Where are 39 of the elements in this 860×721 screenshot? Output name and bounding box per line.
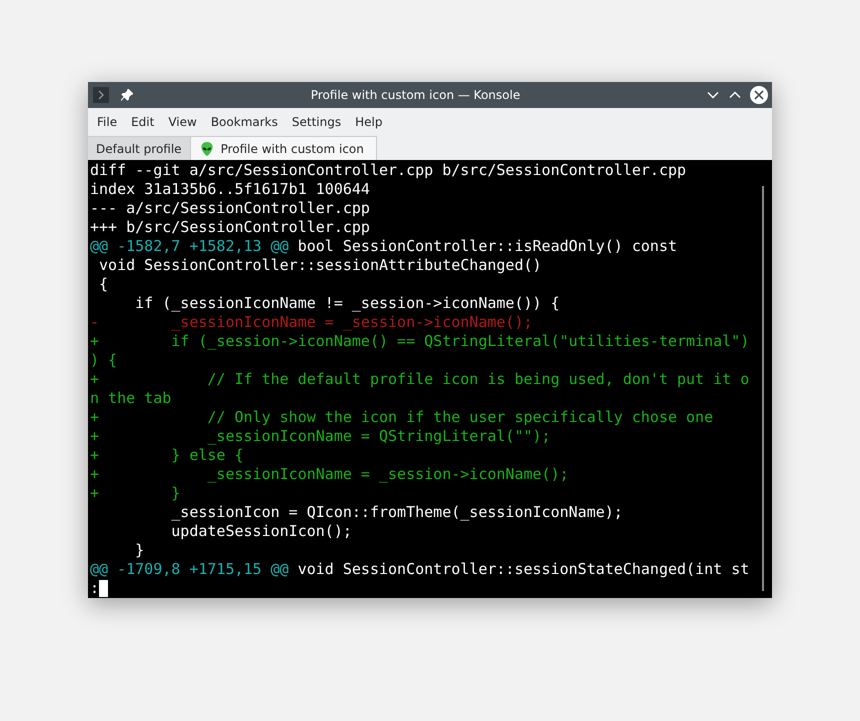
code-line: + // Only show the icon if the user specifically chose one <box>90 408 714 427</box>
close-button[interactable] <box>750 86 768 104</box>
code-line: _sessionIcon = QIcon::fromTheme(_sessionIconName); <box>170 503 623 522</box>
code-line: index 31a135b6..5f1617b1 100644 <box>90 180 370 199</box>
code-line: --- a/src/SessionController.cpp <box>90 199 370 218</box>
code-line: updateSessionIcon(); <box>170 522 352 541</box>
pin-icon[interactable] <box>121 89 133 101</box>
code-line: void SessionController::sessionAttributeChanged() <box>98 256 542 275</box>
code-line: { <box>98 275 108 294</box>
code-line: n the tab <box>90 389 172 408</box>
code-line: : <box>90 579 100 598</box>
code-line: void SessionController::sessionStateChanged(int st <box>296 560 750 579</box>
menu-item[interactable]: Settings <box>284 115 348 129</box>
hunk-range: @@ -1582,7 +1582,13 @@ <box>90 237 289 256</box>
text-cursor <box>99 580 108 597</box>
code-line: ) { <box>90 351 118 370</box>
code-line: + _sessionIconName = QStringLiteral(""); <box>90 427 551 446</box>
tab[interactable]: Default profile <box>88 136 190 160</box>
code-line: - _sessionIconName = _session->iconName(); <box>90 313 533 332</box>
menu-item[interactable]: Bookmarks <box>204 115 285 129</box>
code-line: + } else { <box>90 446 244 465</box>
hunk-range: @@ -1709,8 +1715,15 @@ <box>90 560 289 579</box>
code-line: diff --git a/src/SessionController.cpp b/src/SessionController.cpp <box>90 161 686 180</box>
code-line: +++ b/src/SessionController.cpp <box>90 218 370 237</box>
menu-item[interactable]: File <box>90 115 124 129</box>
code-line: + _sessionIconName = _session->iconName(); <box>90 465 569 484</box>
terminal-icon[interactable] <box>93 87 109 103</box>
code-line: + if (_session->iconName() == QStringLiteral("utilities-terminal") <box>90 332 750 351</box>
menu-item[interactable]: View <box>161 115 204 129</box>
code-line: bool SessionController::isReadOnly() const <box>296 237 678 256</box>
tab[interactable]: Profile with custom icon <box>190 136 377 160</box>
menu-item[interactable]: Edit <box>124 115 162 129</box>
window-title: Profile with custom icon — Konsole <box>310 88 522 102</box>
code-line: + // If the default profile icon is being used, don't put it o <box>90 370 750 389</box>
code-line: if (_sessionIconName != _session->iconName()) { <box>134 294 560 313</box>
code-line: } <box>134 541 144 560</box>
scrollbar[interactable] <box>762 186 764 591</box>
code-line: + } <box>90 484 180 503</box>
menu-item[interactable]: Help <box>348 115 390 129</box>
